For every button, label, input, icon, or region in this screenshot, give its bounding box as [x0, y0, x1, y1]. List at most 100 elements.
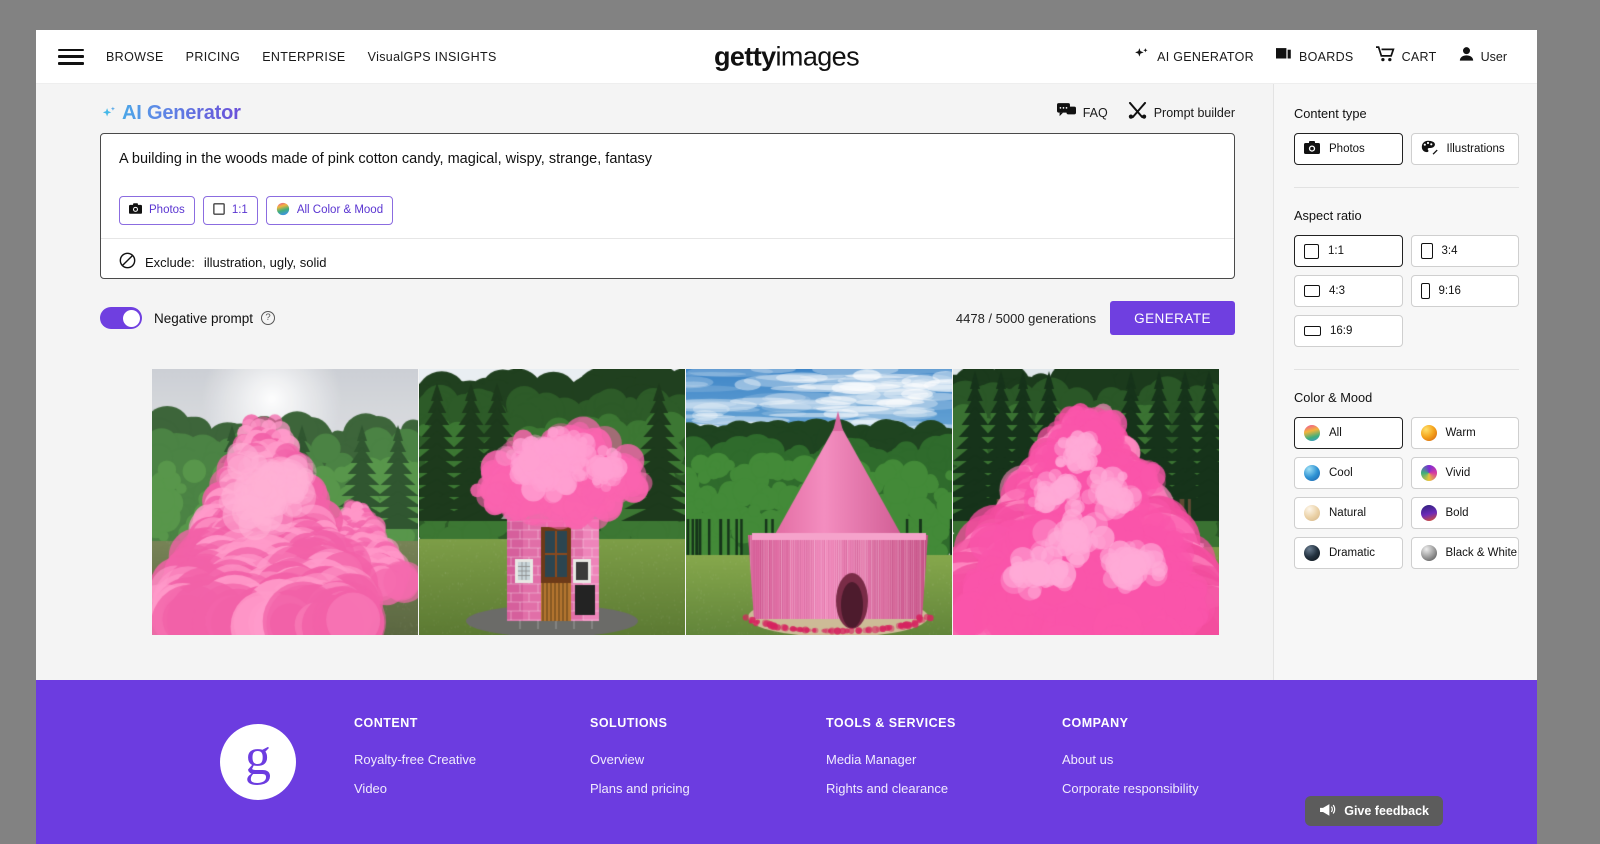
- footer-link-plans-and-pricing[interactable]: Plans and pricing: [590, 781, 826, 796]
- color-mood-warm[interactable]: Warm: [1411, 417, 1520, 449]
- footer-link-royalty-free-creative[interactable]: Royalty-free Creative: [354, 752, 590, 767]
- content-type-photos[interactable]: Photos: [1294, 133, 1403, 165]
- aspect-ratio-1-1[interactable]: 1:1: [1294, 235, 1403, 267]
- swatch-natural: [1304, 505, 1320, 521]
- generator-header-actions: FAQ Prompt builder: [1057, 102, 1235, 124]
- result-image-2[interactable]: [419, 369, 685, 635]
- prompt-input-box[interactable]: A building in the woods made of pink cot…: [100, 133, 1235, 279]
- footer-link-corporate-responsibility[interactable]: Corporate responsibility: [1062, 781, 1298, 796]
- footer-link-overview[interactable]: Overview: [590, 752, 826, 767]
- color-mood-vivid[interactable]: Vivid: [1411, 457, 1520, 489]
- footer-link-video[interactable]: Video: [354, 781, 590, 796]
- color-mood-warm-label: Warm: [1446, 427, 1476, 439]
- color-mood-group: All Warm Cool Vivid Natural: [1294, 417, 1519, 569]
- generator-panel: AI Generator FAQ Prompt builder: [36, 84, 1273, 680]
- footer-heading-solutions: SOLUTIONS: [590, 716, 826, 730]
- sparkle-icon: [100, 104, 120, 124]
- swatch-bold: [1421, 505, 1437, 521]
- color-mood-dramatic[interactable]: Dramatic: [1294, 537, 1403, 569]
- nav-link-browse[interactable]: BROWSE: [106, 50, 164, 64]
- aspect-ratio-16-9-label: 16:9: [1330, 325, 1352, 337]
- boards-icon: [1276, 47, 1292, 67]
- content-type-illustrations[interactable]: Illustrations: [1411, 133, 1520, 165]
- result-image-2-canvas: [419, 369, 685, 635]
- camera-icon: [129, 203, 142, 217]
- main-body: AI Generator FAQ Prompt builder: [36, 84, 1537, 680]
- aspect-ratio-9-16-label: 9:16: [1439, 285, 1461, 297]
- color-mood-natural-label: Natural: [1329, 507, 1366, 519]
- page-title-text: AI Generator: [122, 102, 241, 125]
- nav-link-visualgps-insights[interactable]: VisualGPS INSIGHTS: [368, 50, 497, 64]
- ratio-9-16-icon: [1421, 283, 1430, 299]
- negative-prompt-toggle[interactable]: [100, 307, 142, 329]
- brand-light: images: [776, 41, 859, 71]
- chip-content-type[interactable]: Photos: [119, 196, 195, 225]
- negative-prompt-label: Negative prompt: [154, 311, 253, 326]
- nav-item-user[interactable]: User: [1459, 46, 1507, 67]
- color-mood-natural[interactable]: Natural: [1294, 497, 1403, 529]
- generator-controls: Negative prompt ? 4478 / 5000 generation…: [100, 301, 1235, 335]
- footer-logo[interactable]: g: [220, 724, 296, 800]
- chip-aspect-ratio-label: 1:1: [232, 204, 248, 216]
- give-feedback-button[interactable]: Give feedback: [1305, 796, 1443, 826]
- footer-link-about-us[interactable]: About us: [1062, 752, 1298, 767]
- ratio-1-1-icon: [1304, 244, 1319, 259]
- nav-item-ai-generator[interactable]: AI GENERATOR: [1133, 46, 1254, 68]
- negative-prompt-row[interactable]: Exclude: illustration, ugly, solid: [119, 252, 1216, 274]
- megaphone-icon: [1319, 803, 1336, 820]
- prompt-input[interactable]: A building in the woods made of pink cot…: [119, 150, 1216, 170]
- result-image-4[interactable]: [953, 369, 1219, 635]
- color-mood-bold[interactable]: Bold: [1411, 497, 1520, 529]
- result-image-1[interactable]: [152, 369, 418, 635]
- aspect-ratio-3-4[interactable]: 3:4: [1411, 235, 1520, 267]
- give-feedback-label: Give feedback: [1344, 804, 1429, 818]
- color-mood-black-and-white[interactable]: Black & White: [1411, 537, 1520, 569]
- nav-item-cart[interactable]: CART: [1376, 46, 1437, 67]
- generate-button[interactable]: GENERATE: [1110, 301, 1235, 335]
- faq-button[interactable]: FAQ: [1057, 103, 1108, 123]
- ratio-16-9-icon: [1304, 326, 1321, 336]
- color-mood-dramatic-label: Dramatic: [1329, 547, 1375, 559]
- hamburger-icon[interactable]: [58, 49, 84, 65]
- nav-label-user: User: [1481, 50, 1507, 64]
- question-icon[interactable]: ?: [261, 311, 275, 325]
- color-mood-all[interactable]: All: [1294, 417, 1403, 449]
- chip-aspect-ratio[interactable]: 1:1: [203, 196, 258, 225]
- square-icon: [213, 203, 225, 218]
- aspect-ratio-4-3-label: 4:3: [1329, 285, 1345, 297]
- color-mood-cool[interactable]: Cool: [1294, 457, 1403, 489]
- footer-link-media-manager[interactable]: Media Manager: [826, 752, 1062, 767]
- prompt-builder-button[interactable]: Prompt builder: [1128, 102, 1235, 124]
- person-icon: [1459, 46, 1474, 67]
- result-image-3[interactable]: [686, 369, 952, 635]
- aspect-ratio-16-9[interactable]: 16:9: [1294, 315, 1403, 347]
- sparkle-icon: [1133, 46, 1150, 68]
- top-navigation-bar: BROWSE PRICING ENTERPRISE VisualGPS INSI…: [36, 30, 1537, 84]
- page-title: AI Generator: [100, 102, 241, 125]
- chip-content-type-label: Photos: [149, 204, 185, 216]
- exclude-value[interactable]: illustration, ugly, solid: [204, 255, 327, 270]
- chip-color-mood-label: All Color & Mood: [297, 204, 383, 216]
- browser-page: BROWSE PRICING ENTERPRISE VisualGPS INSI…: [36, 30, 1537, 844]
- nav-link-enterprise[interactable]: ENTERPRISE: [262, 50, 345, 64]
- color-mood-black-and-white-label: Black & White: [1446, 547, 1518, 559]
- footer-link-rights-and-clearance[interactable]: Rights and clearance: [826, 781, 1062, 796]
- aspect-ratio-4-3[interactable]: 4:3: [1294, 275, 1403, 307]
- chip-color-mood[interactable]: All Color & Mood: [266, 196, 393, 225]
- footer-column-solutions: SOLUTIONS Overview Plans and pricing: [590, 716, 826, 844]
- color-mood-all-label: All: [1329, 427, 1342, 439]
- nav-label-cart: CART: [1402, 50, 1437, 64]
- nav-label-boards: BOARDS: [1299, 50, 1354, 64]
- cart-icon: [1376, 46, 1395, 67]
- swatch-all: [1304, 425, 1320, 441]
- getty-images-logo[interactable]: gettyimages: [714, 41, 859, 72]
- color-mood-cool-label: Cool: [1329, 467, 1353, 479]
- aspect-ratio-group: 1:1 3:4 4:3 9:16 16:9: [1294, 235, 1519, 347]
- nav-item-boards[interactable]: BOARDS: [1276, 47, 1354, 67]
- prompt-chip-group: Photos 1:1: [119, 196, 1216, 225]
- aspect-ratio-9-16[interactable]: 9:16: [1411, 275, 1520, 307]
- nav-link-pricing[interactable]: PRICING: [186, 50, 241, 64]
- aspect-ratio-1-1-label: 1:1: [1328, 245, 1344, 257]
- options-sidebar: Content type Photos Illustrations Aspect…: [1273, 84, 1537, 680]
- content-type-group: Photos Illustrations: [1294, 133, 1519, 165]
